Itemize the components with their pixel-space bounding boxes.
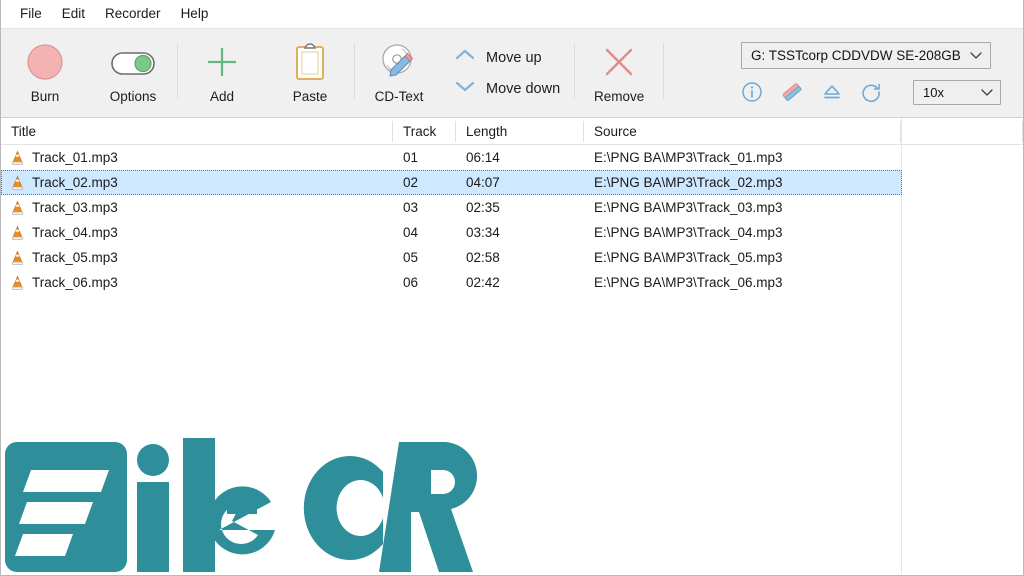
cell-track: 04: [403, 225, 419, 240]
cell-track: 06: [403, 275, 419, 290]
cell-title-text: Track_06.mp3: [32, 275, 118, 290]
vlc-cone-icon: [10, 274, 25, 291]
cell-length: 06:14: [466, 150, 500, 165]
cell-title: Track_03.mp3: [1, 199, 393, 216]
cell-length: 02:58: [466, 250, 500, 265]
track-list-body: Track_01.mp3 01 06:14 E:\PNG BA\MP3\Track_0…: [1, 145, 1023, 295]
cell-track: 05: [403, 250, 419, 265]
move-up-label: Move up: [486, 49, 542, 66]
paste-button-label: Paste: [292, 89, 328, 104]
recorder-controls: G: TSSTcorp CDDVDW SE-208GB 10x: [741, 29, 1023, 117]
info-circle-icon[interactable]: [741, 81, 763, 103]
remove-button[interactable]: Remove: [575, 29, 663, 117]
menu-bar: File Edit Recorder Help: [1, 0, 1023, 28]
chevron-up-icon: [453, 47, 477, 68]
cell-length: 03:34: [466, 225, 500, 240]
add-button[interactable]: Add: [178, 29, 266, 117]
burn-button[interactable]: Burn: [1, 29, 89, 117]
vlc-cone-icon: [10, 224, 25, 241]
speed-select-value: 10x: [923, 84, 944, 100]
vlc-cone-icon: [10, 149, 25, 166]
cd-text-button-label: CD-Text: [374, 89, 424, 104]
options-button-label: Options: [109, 89, 157, 104]
vlc-cone-icon: [10, 174, 25, 191]
move-down-label: Move down: [486, 80, 561, 97]
cell-source: E:\PNG BA\MP3\Track_06.mp3: [594, 275, 783, 290]
menu-item-file[interactable]: File: [11, 4, 51, 24]
filecr-watermark: [1, 434, 481, 574]
vlc-cone-icon: [10, 199, 25, 216]
eraser-icon[interactable]: [780, 81, 804, 103]
cell-length: 04:07: [466, 175, 500, 190]
burn-disc-icon: [25, 42, 65, 82]
cell-title-text: Track_04.mp3: [32, 225, 118, 240]
column-header-track[interactable]: Track: [393, 118, 456, 145]
recorder-action-row: 10x: [741, 79, 1001, 105]
clipboard-icon: [293, 42, 327, 82]
chevron-down-icon: [980, 85, 994, 100]
cell-source: E:\PNG BA\MP3\Track_01.mp3: [594, 150, 783, 165]
plus-icon: [202, 42, 242, 82]
cell-source: E:\PNG BA\MP3\Track_04.mp3: [594, 225, 783, 240]
toolbar-separator: [663, 43, 665, 99]
cell-title-text: Track_03.mp3: [32, 200, 118, 215]
application-window: File Edit Recorder Help Burn Options Add…: [0, 0, 1024, 576]
menu-item-edit[interactable]: Edit: [53, 4, 94, 24]
vlc-cone-icon: [10, 249, 25, 266]
cell-title-text: Track_05.mp3: [32, 250, 118, 265]
add-button-label: Add: [209, 89, 235, 104]
cell-length: 02:42: [466, 275, 500, 290]
remove-button-label: Remove: [594, 89, 645, 104]
speed-select[interactable]: 10x: [913, 79, 1001, 105]
column-header-extra[interactable]: [901, 118, 1023, 145]
cell-title: Track_04.mp3: [1, 224, 393, 241]
cell-title: Track_02.mp3: [1, 174, 393, 191]
cell-track: 02: [403, 175, 419, 190]
refresh-icon[interactable]: [860, 81, 882, 103]
cell-title: Track_05.mp3: [1, 249, 393, 266]
cell-length: 02:35: [466, 200, 500, 215]
close-x-icon: [599, 42, 639, 82]
menu-item-recorder[interactable]: Recorder: [96, 4, 170, 24]
filecr-logo-icon: [5, 438, 478, 572]
cell-source: E:\PNG BA\MP3\Track_05.mp3: [594, 250, 783, 265]
chevron-down-icon: [453, 78, 477, 99]
track-list: Title Track Length Source Track_01.mp3 01…: [1, 118, 1023, 574]
cell-track: 01: [403, 150, 419, 165]
paste-button[interactable]: Paste: [266, 29, 354, 117]
burn-button-label: Burn: [30, 89, 60, 104]
track-list-header: Title Track Length Source: [1, 118, 1023, 145]
drive-select-value: G: TSSTcorp CDDVDW SE-208GB: [751, 47, 961, 63]
column-header-source[interactable]: Source: [584, 118, 901, 145]
cell-title: Track_06.mp3: [1, 274, 393, 291]
table-row[interactable]: Track_06.mp3 06 02:42 E:\PNG BA\MP3\Track_0…: [1, 270, 1023, 295]
cell-track: 03: [403, 200, 419, 215]
cd-pencil-icon: [378, 42, 420, 82]
cell-source: E:\PNG BA\MP3\Track_03.mp3: [594, 200, 783, 215]
table-row[interactable]: Track_05.mp3 05 02:58 E:\PNG BA\MP3\Track_0…: [1, 245, 1023, 270]
table-row[interactable]: Track_03.mp3 03 02:35 E:\PNG BA\MP3\Track_0…: [1, 195, 1023, 220]
table-row[interactable]: Track_04.mp3 04 03:34 E:\PNG BA\MP3\Track_0…: [1, 220, 1023, 245]
toggle-switch-icon: [109, 42, 157, 82]
cd-text-button[interactable]: CD-Text: [355, 29, 443, 117]
table-row[interactable]: Track_01.mp3 01 06:14 E:\PNG BA\MP3\Track_0…: [1, 145, 1023, 170]
chevron-down-icon: [969, 48, 983, 63]
cell-source: E:\PNG BA\MP3\Track_02.mp3: [594, 175, 783, 190]
table-row[interactable]: Track_02.mp3 02 04:07 E:\PNG BA\MP3\Track_0…: [1, 170, 902, 195]
eject-icon[interactable]: [821, 81, 843, 103]
move-up-button[interactable]: Move up: [453, 47, 560, 68]
column-header-title[interactable]: Title: [1, 118, 393, 145]
main-toolbar: Burn Options Add Paste CD-Text Move up M…: [1, 28, 1023, 118]
drive-select[interactable]: G: TSSTcorp CDDVDW SE-208GB: [741, 41, 991, 69]
cell-title: Track_01.mp3: [1, 149, 393, 166]
column-header-length[interactable]: Length: [456, 118, 584, 145]
move-down-button[interactable]: Move down: [453, 78, 560, 99]
menu-item-help[interactable]: Help: [172, 4, 218, 24]
options-button[interactable]: Options: [89, 29, 177, 117]
cell-title-text: Track_01.mp3: [32, 150, 118, 165]
move-controls: Move up Move down: [443, 29, 574, 117]
cell-title-text: Track_02.mp3: [32, 175, 118, 190]
